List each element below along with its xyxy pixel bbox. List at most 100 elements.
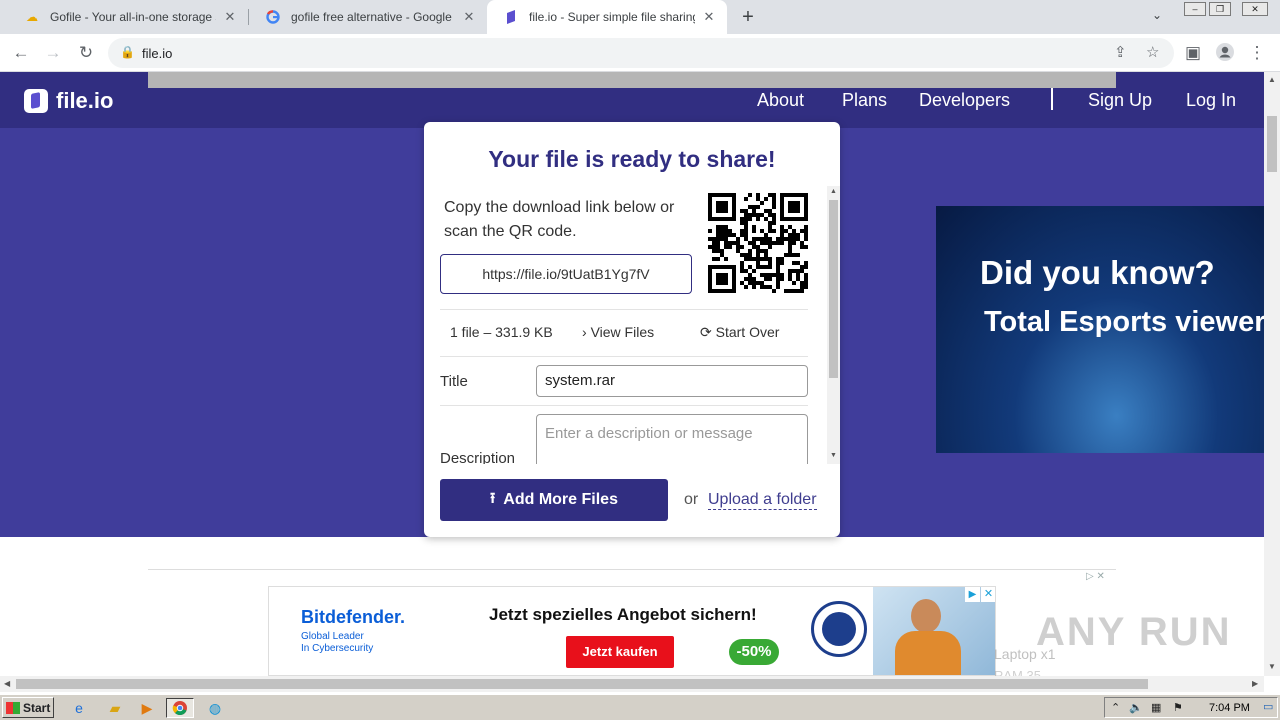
system-tray: ⌃ 🔈 ▦ ⚑ 7:04 PM ▭	[1104, 697, 1278, 718]
bd-buy-button[interactable]: Jetzt kaufen	[566, 636, 674, 668]
tab-google[interactable]: gofile free alternative - Google Such ✕	[249, 0, 487, 34]
start-button[interactable]: Start	[2, 697, 54, 718]
nav-divider	[1051, 88, 1053, 110]
url-text[interactable]: file.io	[142, 46, 172, 61]
media-player-icon[interactable]: ▶	[136, 698, 158, 718]
lock-icon[interactable]: 🔒	[120, 45, 135, 59]
share-instructions: Copy the download link below or scan the…	[444, 199, 675, 240]
profile-icon[interactable]	[1214, 42, 1236, 64]
file-info: 1 file – 331.9 KB	[450, 324, 553, 340]
menu-dots-icon[interactable]: ⋮	[1246, 42, 1268, 64]
network-icon[interactable]: ▦	[1151, 701, 1161, 714]
tray-expand-icon[interactable]: ⌃	[1111, 701, 1120, 714]
view-files-label: View Files	[590, 324, 655, 340]
scroll-up-icon[interactable]: ▲	[827, 188, 840, 195]
background-ghost-text: Laptop x1	[994, 646, 1056, 662]
divider	[440, 309, 808, 310]
back-icon[interactable]: ←	[10, 42, 32, 64]
chevron-right-icon: ›	[582, 324, 587, 340]
address-bar[interactable]: 🔒 file.io ⇪ ☆	[108, 38, 1174, 68]
add-more-files-label: Add More Files	[503, 491, 618, 508]
ie-icon[interactable]: e	[68, 698, 90, 718]
fileio-logo-icon	[24, 89, 48, 113]
google-favicon-icon	[265, 9, 281, 25]
nav-developers[interactable]: Developers	[919, 90, 1010, 111]
nav-sign-up[interactable]: Sign Up	[1088, 90, 1152, 111]
title-label: Title	[440, 373, 468, 390]
page-horizontal-scrollbar[interactable]: ◀ ▶	[0, 676, 1264, 692]
windows-taskbar: Start e ▰ ▶ ◍ ⌃ 🔈 ▦ ⚑ 7:04 PM ▭	[0, 694, 1280, 720]
forward-icon[interactable]: →	[42, 42, 64, 64]
top-ad-strip	[148, 72, 1116, 88]
scroll-down-icon[interactable]: ▼	[1264, 662, 1280, 671]
share-heading: Your file is ready to share!	[488, 146, 776, 172]
download-link-field[interactable]: https://file.io/9tUatB1Yg7fV	[440, 254, 692, 294]
add-more-files-button[interactable]: ⭱ Add More Files	[440, 479, 668, 521]
tab-title: gofile free alternative - Google Such	[291, 10, 455, 24]
tab-gofile[interactable]: ☁ Gofile - Your all-in-one storage solut…	[8, 0, 248, 34]
close-tab-icon[interactable]: ✕	[461, 9, 477, 25]
site-logo[interactable]: file.io	[24, 88, 113, 114]
qr-code	[708, 193, 808, 293]
bookmark-star-icon[interactable]: ☆	[1146, 43, 1159, 61]
ad-close-icon[interactable]: ✕	[981, 587, 995, 602]
start-label: Start	[23, 700, 51, 715]
reload-icon[interactable]: ↻	[75, 42, 97, 64]
start-over-link[interactable]: ⟳ Start Over	[700, 324, 779, 341]
volume-icon[interactable]: 🔈	[1129, 701, 1143, 714]
action-center-flag-icon[interactable]: ⚑	[1173, 701, 1183, 714]
show-desktop-icon[interactable]: ▭	[1263, 700, 1273, 713]
title-input[interactable]: system.rar	[536, 365, 808, 397]
restore-icon[interactable]: ❐	[1209, 2, 1231, 16]
ad-line-2: Total Esports viewer	[984, 306, 1264, 338]
fileio-favicon-icon	[503, 9, 519, 25]
ad-line-1: Did you know?	[980, 254, 1215, 291]
new-tab-button[interactable]: +	[738, 6, 758, 28]
upload-folder-link[interactable]: Upload a folder	[708, 491, 817, 510]
scroll-thumb[interactable]	[829, 200, 838, 378]
nav-plans[interactable]: Plans	[842, 90, 887, 111]
scroll-up-icon[interactable]: ▲	[1264, 75, 1280, 84]
or-text: or	[684, 491, 699, 508]
edge-icon[interactable]: ◍	[204, 698, 226, 718]
explorer-folder-icon[interactable]: ▰	[104, 698, 126, 718]
share-scroll-area[interactable]: Copy the download link below or scan the…	[424, 186, 840, 464]
divider	[440, 356, 808, 357]
page-vertical-scrollbar[interactable]: ▲ ▼	[1264, 72, 1280, 676]
share-icon[interactable]: ⇪	[1114, 43, 1127, 61]
ad-info-icon[interactable]: ▶	[965, 587, 980, 602]
panel-scrollbar[interactable]: ▲ ▼	[827, 186, 840, 464]
adchoices-icon[interactable]: ▷ ✕	[1086, 571, 1105, 582]
scroll-left-icon[interactable]: ◀	[4, 679, 10, 688]
esports-ad[interactable]: Did you know? Total Esports viewer	[936, 206, 1264, 453]
side-panel-icon[interactable]: ▣	[1182, 42, 1204, 64]
refresh-icon: ⟳	[700, 324, 712, 340]
divider	[440, 405, 808, 406]
scroll-right-icon[interactable]: ▶	[1252, 679, 1258, 688]
scroll-thumb[interactable]	[1267, 116, 1277, 172]
bitdefender-ad[interactable]: Bitdefender. Global Leader In Cybersecur…	[268, 586, 996, 676]
page-viewport: file.io About Plans Developers Sign Up L…	[0, 72, 1264, 676]
logo-text: file.io	[56, 88, 114, 113]
bd-tagline-1: Global Leader	[301, 631, 364, 642]
tab-fileio[interactable]: file.io - Super simple file sharing ✕	[487, 0, 727, 34]
bd-headline: Jetzt spezielles Angebot sichern!	[489, 605, 757, 624]
bd-tagline-2: In Cybersecurity	[301, 643, 374, 654]
clock[interactable]: 7:04 PM	[1209, 702, 1250, 714]
view-files-link[interactable]: › View Files	[582, 324, 654, 340]
tab-title: file.io - Super simple file sharing	[529, 10, 695, 24]
close-tab-icon[interactable]: ✕	[701, 9, 717, 25]
nav-about[interactable]: About	[757, 90, 804, 111]
tab-title: Gofile - Your all-in-one storage soluti	[50, 10, 216, 24]
scroll-down-icon[interactable]: ▼	[827, 452, 840, 459]
close-window-icon[interactable]: ✕	[1242, 2, 1268, 16]
scroll-thumb[interactable]	[16, 679, 1148, 689]
chrome-taskbar-icon[interactable]	[166, 698, 194, 718]
tab-search-icon[interactable]: ⌄	[1152, 8, 1162, 22]
close-tab-icon[interactable]: ✕	[222, 9, 238, 25]
minimize-icon[interactable]: –	[1184, 2, 1206, 16]
nav-log-in[interactable]: Log In	[1186, 90, 1236, 111]
description-input[interactable]: Enter a description or message	[536, 414, 808, 464]
share-panel: Your file is ready to share! Copy the do…	[424, 122, 840, 537]
bd-tagline: Global Leader In Cybersecurity	[301, 631, 373, 655]
